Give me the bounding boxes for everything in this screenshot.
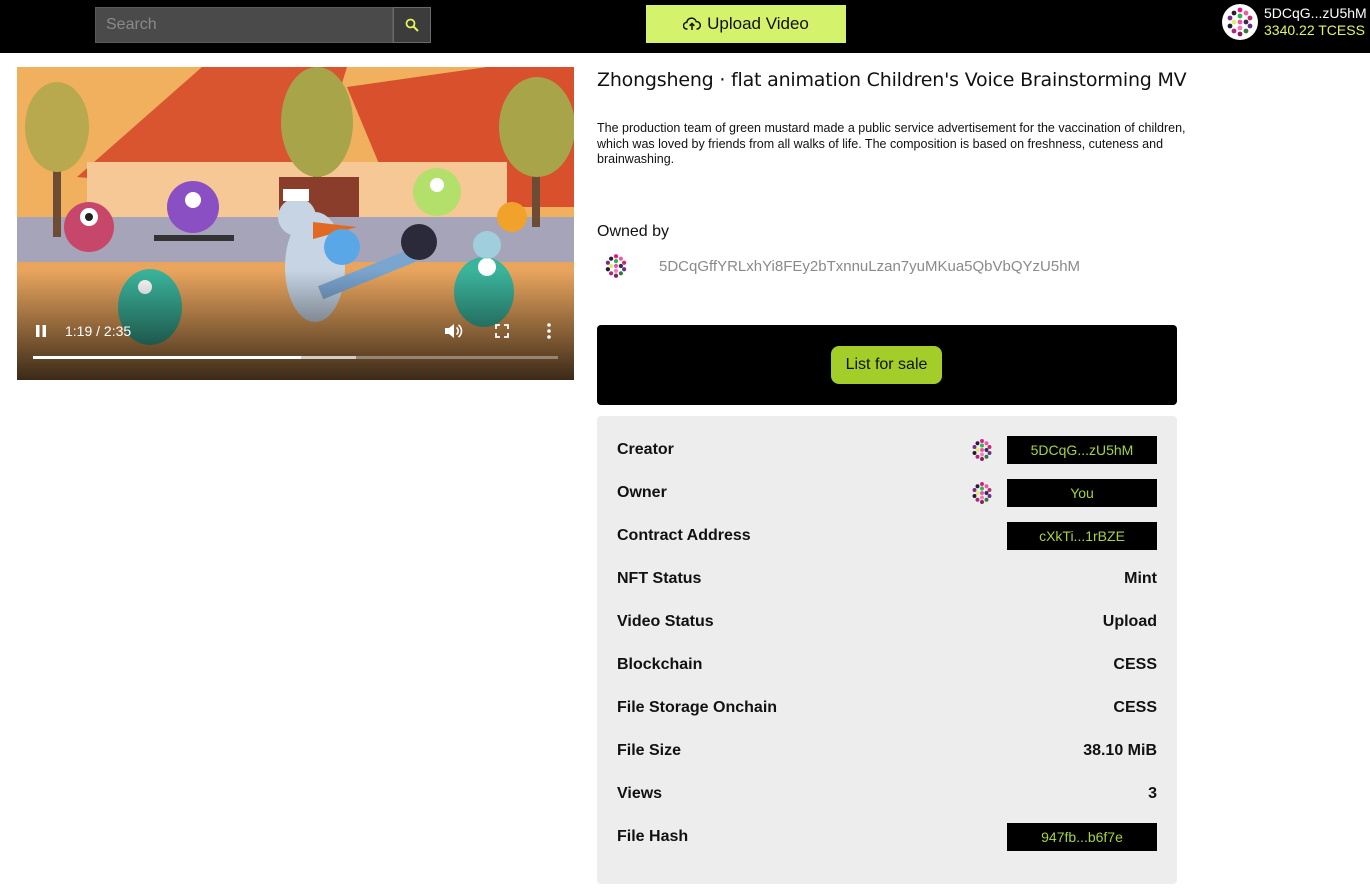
detail-row-owner: Owner You [617,479,1157,507]
identicon-avatar [1224,6,1256,38]
account-info: 5DCqG...zU5hM 3340.22 TCESS [1264,5,1367,39]
list-for-sale-button[interactable]: List for sale [831,346,942,384]
upload-video-button[interactable]: Upload Video [646,5,846,43]
search-button[interactable] [393,7,431,43]
detail-label: NFT Status [617,570,702,587]
detail-value-group: You [969,479,1157,507]
video-played-bar [33,356,301,359]
cloud-upload-icon [683,17,702,30]
volume-icon[interactable] [443,322,463,340]
owner-address-link[interactable]: 5DCqGffYRLxhYi8FEy2bTxnnuLzan7yuMKua5QbV… [659,258,1080,275]
search-input[interactable] [95,7,393,43]
detail-value-pill[interactable]: cXkTi...1rBZE [1007,522,1157,550]
detail-row-views: Views 3 [617,780,1157,808]
detail-row-nft-status: NFT Status Mint [617,565,1157,593]
detail-label: File Size [617,742,682,759]
identicon-icon [969,480,995,506]
detail-value-group: 947fb...b6f7e [1007,823,1157,851]
identicon-icon [969,437,995,463]
account-address: 5DCqG...zU5hM [1264,5,1367,21]
detail-row-file-hash: File Hash 947fb...b6f7e [617,823,1157,851]
upload-video-label: Upload Video [707,14,809,33]
detail-value: 38.10 MiB [1083,742,1157,759]
detail-value: Upload [1102,613,1157,630]
detail-label: File Hash [617,828,689,845]
detail-value-group: 5DCqG...zU5hM [969,436,1157,464]
detail-label: Creator [617,441,674,458]
detail-label: Owner [617,484,667,501]
top-bar: Upload Video [0,0,1370,53]
account-balance: 3340.22 TCESS [1264,22,1365,38]
detail-value: CESS [1113,656,1157,673]
pause-icon[interactable] [33,322,49,340]
detail-row-file-storage-onchain: File Storage Onchain CESS [617,694,1157,722]
detail-row-video-status: Video Status Upload [617,608,1157,636]
nft-details-panel: Creator 5DCqG...zU5hM Owner You Contract Add… [597,416,1177,884]
detail-row-file-size: File Size 38.10 MiB [617,737,1157,765]
owner-identicon-icon [605,254,627,278]
search-bar [95,7,431,43]
detail-label: Views [617,785,663,802]
sale-panel: List for sale [597,325,1177,405]
detail-value-pill[interactable]: You [1007,479,1157,507]
fullscreen-icon[interactable] [493,322,511,340]
owned-by-label: Owned by [597,223,670,240]
account-avatar [1222,4,1258,40]
detail-label: Blockchain [617,656,703,673]
detail-value: CESS [1113,699,1157,716]
video-time: 1:19 / 2:35 [65,323,132,339]
owned-by-row: 5DCqGffYRLxhYi8FEy2bTxnnuLzan7yuMKua5QbV… [603,253,1080,279]
detail-row-creator: Creator 5DCqG...zU5hM [617,436,1157,464]
detail-label: Video Status [617,613,714,630]
detail-value-pill[interactable]: 5DCqG...zU5hM [1007,436,1157,464]
detail-row-blockchain: Blockchain CESS [617,651,1157,679]
detail-value-pill[interactable]: 947fb...b6f7e [1007,823,1157,851]
detail-label: File Storage Onchain [617,699,778,716]
more-vertical-icon[interactable] [545,322,553,340]
detail-value: 3 [1148,785,1157,802]
video-progress-bar[interactable] [33,356,558,359]
nft-description: The production team of green mustard mad… [597,121,1186,166]
detail-label: Contract Address [617,527,751,544]
detail-value-group: cXkTi...1rBZE [1007,522,1157,550]
video-player[interactable]: 1:19 / 2:35 [17,67,574,380]
nft-title: Zhongsheng · flat animation Children's V… [597,69,1187,91]
detail-value: Mint [1124,570,1157,587]
detail-row-contract-address: Contract Address cXkTi...1rBZE [617,522,1157,550]
account-menu[interactable]: 5DCqG...zU5hM 3340.22 TCESS [1222,4,1367,40]
search-icon [405,18,419,32]
